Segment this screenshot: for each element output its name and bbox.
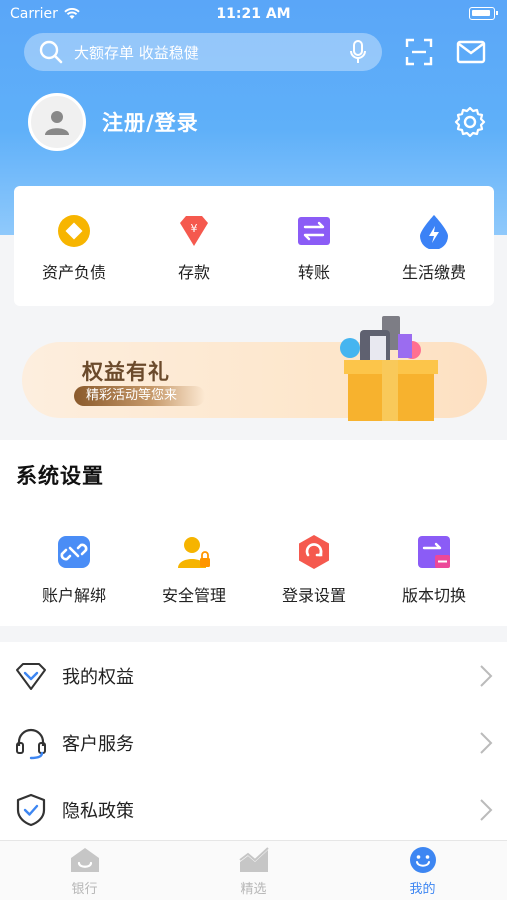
battery-icon [469,7,498,20]
tab-bank[interactable]: 银行 [0,841,169,900]
status-bar: Carrier 11:21 AM [0,0,507,28]
chevron-right-icon [480,732,493,754]
quick-action-label: 存款 [177,263,210,282]
quick-action-label: 生活缴费 [401,263,466,282]
status-time: 11:21 AM [216,6,291,22]
setting-label: 安全管理 [161,586,226,605]
menu-item-privacy-policy[interactable]: 隐私政策 [0,776,507,843]
water-drop-icon [420,215,448,249]
quick-actions-card: 资产负债 ¥ 存款 转账 生活缴费 [14,186,494,306]
quick-action-label: 资产负债 [41,263,106,282]
banner-subtitle: 精彩活动等您来 [74,386,206,406]
setting-label: 账户解绑 [41,586,106,605]
search-bar[interactable]: 大额存单 收益稳健 [24,33,382,71]
section-title: 系统设置 [16,464,104,488]
gear-icon[interactable] [453,105,487,139]
search-icon [39,40,63,64]
microphone-icon[interactable] [348,39,368,65]
tab-label: 银行 [71,882,98,897]
tab-label: 精选 [240,882,267,897]
setting-login[interactable]: 登录设置 [254,534,374,606]
smiley-icon [409,847,436,873]
svg-text:¥: ¥ [191,222,198,235]
quick-action-utilities[interactable]: 生活缴费 [374,186,494,306]
tab-label: 我的 [409,882,436,897]
headset-icon [16,728,46,759]
tab-mine[interactable]: 我的 [338,841,507,900]
transfer-icon [298,217,330,245]
security-person-icon [178,537,210,568]
profile-area[interactable]: 注册/登录 [28,93,199,151]
avatar[interactable] [28,93,86,151]
chart-icon [238,847,269,872]
setting-unbind-account[interactable]: 账户解绑 [14,534,134,606]
setting-label: 版本切换 [401,586,466,605]
scan-icon[interactable] [404,37,434,67]
login-settings-icon [299,535,329,569]
gem-icon: ¥ [180,216,208,246]
user-icon [45,111,69,135]
quick-action-assets[interactable]: 资产负债 [14,186,134,306]
menu-item-label: 客户服务 [62,733,134,755]
menu-item-label: 隐私政策 [62,800,134,822]
menu-item-benefits[interactable]: 我的权益 [0,642,507,709]
unlink-icon [58,536,90,568]
login-register-link[interactable]: 注册/登录 [102,107,199,137]
setting-security[interactable]: 安全管理 [134,534,254,606]
search-input[interactable]: 大额存单 收益稳健 [74,42,348,63]
bank-icon [70,848,99,872]
menu-item-label: 我的权益 [62,666,134,688]
mail-icon[interactable] [456,37,486,67]
gift-box-icon [340,316,438,421]
menu-list: 我的权益 客户服务 隐私政策 [0,642,507,843]
quick-action-label: 转账 [297,263,330,282]
quick-action-deposit[interactable]: ¥ 存款 [134,186,254,306]
chevron-right-icon [480,799,493,821]
shield-check-icon [16,793,46,826]
quick-action-transfer[interactable]: 转账 [254,186,374,306]
banner-title: 权益有礼 [82,360,170,384]
tab-featured[interactable]: 精选 [169,841,338,900]
menu-item-customer-service[interactable]: 客户服务 [0,709,507,776]
setting-label: 登录设置 [281,586,346,605]
coin-icon [58,215,90,247]
tab-bar: 银行 精选 我的 [0,840,507,900]
version-switch-icon [418,536,450,568]
diamond-outline-icon [16,662,46,690]
setting-version[interactable]: 版本切换 [374,534,494,606]
system-settings-grid: 账户解绑 安全管理 登录设置 版本切换 [14,534,494,606]
chevron-right-icon [480,665,493,687]
system-settings-section: 系统设置 账户解绑 安全管理 登录设置 版本切换 [0,440,507,626]
